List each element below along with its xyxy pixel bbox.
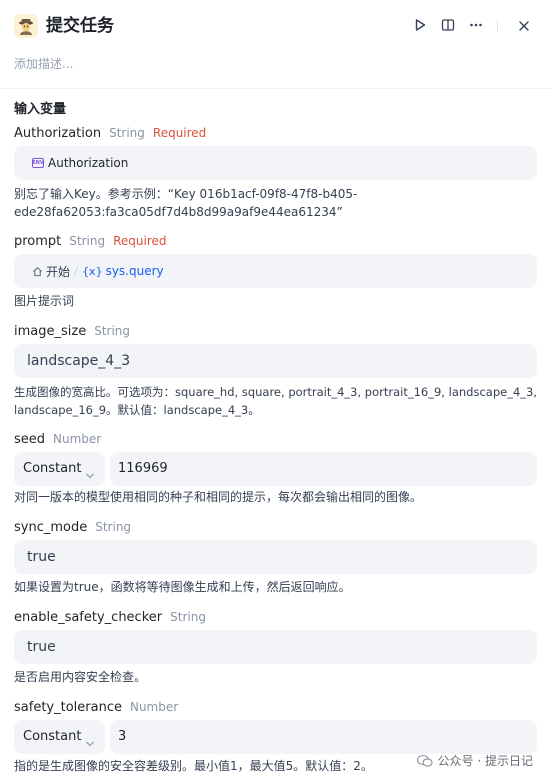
seed-mode-select[interactable]: Constant (14, 452, 105, 486)
play-icon (413, 17, 427, 36)
prompt-hint: 图片提示词 (14, 294, 75, 308)
variable-icon: {x} (82, 264, 103, 278)
section-title-input-variables: 输入变量 (14, 102, 67, 117)
field-label-safety-tolerance: safety_tolerance Number (14, 698, 178, 717)
hint-line: ede28fa62053:fa3ca05df7d4b8d99a9af9e44ea… (14, 205, 343, 219)
field-name: seed (14, 432, 46, 447)
panel-header: 提交任务 (0, 0, 551, 52)
variable-reference-chip[interactable]: 开始 / {x} sys.query (32, 260, 164, 282)
field-type: String (109, 126, 145, 140)
home-icon (32, 266, 43, 277)
close-button[interactable] (514, 16, 534, 36)
wechat-icon (416, 754, 433, 768)
field-type: Number (129, 700, 179, 714)
field-type: String (95, 520, 132, 534)
seed-hint: 对同一版本的模型使用相同的种子和相同的提示，每次都会输出相同的图像。 (14, 490, 423, 504)
watermark-text: 公众号 · 提示日记 (437, 754, 533, 768)
split-view-icon (441, 17, 455, 36)
env-variable-chip[interactable]: ENV Authorization (32, 152, 128, 174)
hint-line: landscape_16_9。默认值：landscape_4_3。 (14, 403, 260, 417)
input-value: landscape_4_3 (27, 353, 131, 369)
sync-mode-hint: 如果设置为true，函数将等待图像生成和上传，然后返回响应。 (14, 580, 351, 594)
chevron-down-icon (85, 733, 95, 747)
hint-line: 别忘了输入Key。参考示例：“Key 016b1acf-09f8-47f8-b4… (14, 187, 358, 201)
path-separator: / (74, 264, 79, 278)
field-name: enable_safety_checker (14, 610, 163, 625)
prompt-input[interactable]: 开始 / {x} sys.query (14, 254, 537, 288)
more-button[interactable] (466, 16, 486, 36)
field-name: safety_tolerance (14, 700, 122, 715)
variable-name: sys.query (105, 264, 164, 278)
safety-tolerance-number-input[interactable]: 3 (110, 720, 537, 754)
sync-mode-input[interactable]: true (14, 540, 537, 574)
required-badge: Required (152, 126, 207, 140)
authorization-input[interactable]: ENV Authorization (14, 146, 537, 180)
chevron-down-icon (85, 465, 95, 479)
field-type: String (94, 324, 131, 338)
header-divider (497, 20, 498, 32)
field-label-sync-mode: sync_mode String (14, 518, 131, 537)
input-value: true (27, 639, 56, 655)
required-badge: Required (113, 234, 167, 248)
safety-tolerance-mode-select[interactable]: Constant (14, 720, 105, 754)
close-icon (518, 17, 530, 36)
more-icon (469, 17, 483, 36)
field-type: Number (53, 432, 102, 446)
field-name: Authorization (14, 126, 102, 141)
split-view-button[interactable] (438, 16, 458, 36)
field-type: String (69, 234, 106, 248)
seed-number-input[interactable]: 116969 (110, 452, 537, 486)
input-value: 3 (118, 729, 127, 744)
select-value: Constant (23, 461, 82, 476)
field-type: String (170, 610, 206, 624)
hint-line: 生成图像的宽高比。可选项为：square_hd, square, portrai… (14, 385, 537, 399)
run-button[interactable] (410, 16, 430, 36)
authorization-hint: 别忘了输入Key。参考示例：“Key 016b1acf-09f8-47f8-b4… (14, 185, 539, 221)
image-size-hint: 生成图像的宽高比。可选项为：square_hd, square, portrai… (14, 383, 539, 419)
input-value: 116969 (118, 461, 168, 476)
field-name: sync_mode (14, 520, 88, 535)
input-value: true (27, 549, 56, 565)
select-value: Constant (23, 729, 82, 744)
field-label-seed: seed Number (14, 430, 101, 449)
description-input[interactable]: 添加描述... (14, 56, 73, 72)
field-name: prompt (14, 234, 62, 249)
field-label-authorization: Authorization String Required (14, 124, 206, 143)
field-label-prompt: prompt String Required (14, 232, 167, 251)
env-variable-name: Authorization (48, 156, 129, 170)
node-name: 开始 (46, 264, 71, 279)
detective-emoji-icon (14, 14, 38, 38)
watermark: 公众号 · 提示日记 (416, 752, 533, 769)
enable-safety-checker-hint: 是否启用内容安全检查。 (14, 670, 147, 684)
field-name: image_size (14, 324, 87, 339)
panel-title: 提交任务 (46, 16, 114, 36)
env-icon: ENV (32, 158, 44, 168)
field-label-enable-safety-checker: enable_safety_checker String (14, 608, 206, 627)
enable-safety-checker-input[interactable]: true (14, 630, 537, 664)
header-divider-line (0, 88, 551, 89)
image-size-input[interactable]: landscape_4_3 (14, 344, 537, 378)
field-label-image-size: image_size String (14, 322, 130, 341)
